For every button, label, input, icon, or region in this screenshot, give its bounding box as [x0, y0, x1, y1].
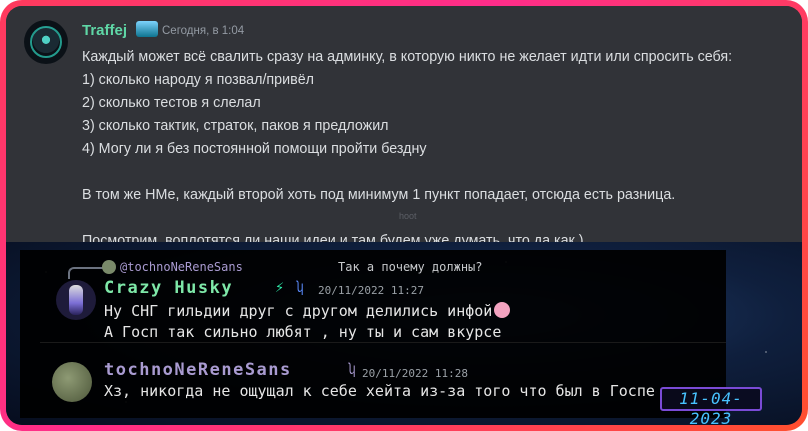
chat-view: Traffej Сегодня, в 1:04 Каждый может всё…: [6, 6, 802, 425]
message-line: Каждый может всё свалить сразу на админк…: [82, 49, 733, 65]
husky-icon: ʮ: [347, 360, 357, 378]
message-line: 4) Могу ли я без постоянной помощи пройт…: [82, 141, 427, 157]
screenshot-panel: @tochnoNeReneSans Так а почему должны? C…: [20, 250, 726, 418]
emoji-icon: [494, 302, 511, 318]
message-line: 2) сколько тестов я слелал: [82, 95, 261, 111]
avatar[interactable]: [24, 20, 68, 64]
reply-preview: Так а почему должны?: [338, 260, 483, 274]
username: tochnoNeReneSans: [104, 360, 292, 380]
faint-overlay-text: hoot: [399, 211, 417, 221]
message-timestamp: 20/11/2022 11:27: [318, 284, 424, 297]
reply-connector: [68, 267, 106, 279]
message-line: 1) сколько народу я позвал/привёл: [82, 72, 314, 88]
username: Crazy Husky: [104, 278, 234, 298]
message-timestamp: 20/11/2022 11:28: [362, 367, 468, 380]
message-timestamp: Сегодня, в 1:04: [162, 25, 245, 37]
message-line: А Госп так сильно любят , ну ты и сам вк…: [104, 323, 502, 341]
message-line: 3) сколько тактик, страток, паков я пред…: [82, 118, 389, 134]
message-line: Ну СНГ гильдии друг с другом делились ин…: [104, 302, 511, 320]
username[interactable]: Traffej: [82, 22, 127, 39]
lightning-icon: ⚡: [275, 278, 285, 296]
reply-avatar: [102, 260, 116, 274]
divider: [40, 342, 726, 343]
role-badge-icon: [136, 21, 158, 37]
avatar: [52, 362, 92, 402]
embedded-screenshot: @tochnoNeReneSans Так а почему должны? C…: [6, 242, 802, 425]
avatar: [56, 280, 96, 320]
message-line: В том же НМе, каждый второй хоть под мин…: [82, 187, 676, 203]
message: Traffej Сегодня, в 1:04 Каждый может всё…: [6, 6, 802, 249]
husky-icon: ʮ: [295, 278, 305, 296]
message-line: [82, 161, 732, 184]
date-stamp: 11-04-2023: [660, 387, 762, 425]
message-body: Каждый может всё свалить сразу на админк…: [82, 46, 732, 253]
message-line: Хз, никогда не ощущал к себе хейта из-за…: [104, 382, 655, 400]
image-frame: Traffej Сегодня, в 1:04 Каждый может всё…: [0, 0, 808, 431]
reply-username: @tochnoNeReneSans: [120, 260, 243, 274]
